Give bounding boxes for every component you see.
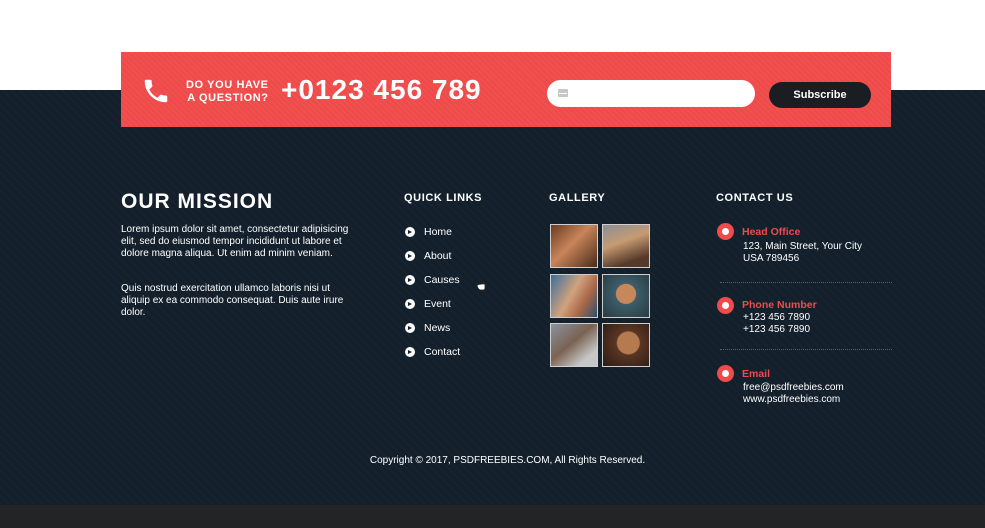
mission-paragraph-2: Quis nostrud exercitation ullamco labori… [121,283,344,318]
quick-link-label: About [424,250,452,262]
gallery-photo-2[interactable] [602,224,650,268]
chevron-right-icon [405,275,415,285]
gallery-title: GALLERY [549,192,606,204]
envelope-icon [558,89,568,97]
chevron-right-icon [405,299,415,309]
subscribe-button[interactable]: Subscribe [769,82,871,108]
email-subscribe-input[interactable] [547,80,755,107]
chevron-right-icon [405,347,415,357]
quick-link-about[interactable]: About [405,248,451,264]
quick-link-label: News [424,322,451,334]
cta-phone-number[interactable]: +0123 456 789 [281,74,482,106]
quick-link-label: Event [424,298,451,310]
phone-number-label: Phone Number [742,299,817,311]
head-office-line1: 123, Main Street, Your City [743,241,862,252]
cta-bar: DO YOU HAVE A QUESTION? +0123 456 789 Su… [121,52,891,127]
quick-link-label: Contact [424,346,461,358]
envelope-icon [717,365,734,382]
phone-number-line1[interactable]: +123 456 7890 [743,312,810,324]
gallery-photo-6[interactable] [602,323,650,367]
quick-link-news[interactable]: News [405,320,450,336]
quick-links-title: QUICK LINKS [404,192,483,204]
chevron-right-icon [405,251,415,261]
chevron-right-icon [405,323,415,333]
copyright-text: Copyright © 2017, PSDFREEBIES.COM, All R… [369,455,646,466]
gallery-photo-1[interactable] [550,224,598,268]
email-label: Email [742,368,771,380]
gallery-photo-3[interactable] [550,274,598,318]
chevron-right-icon [405,227,415,237]
contact-title: CONTACT US [716,192,794,204]
head-office-line2: USA 789456 [743,253,800,264]
quick-link-label: Home [424,226,453,238]
phone-icon [717,297,734,314]
gallery-photo-4[interactable] [602,274,650,318]
question-line1: DO YOU HAVE [186,79,269,91]
hand-cursor-icon [477,280,486,291]
mission-paragraph-1: Lorem ipsum dolor sit amet, consectetur … [121,224,349,259]
question-text: DO YOU HAVE A QUESTION? [186,79,269,105]
quick-link-label: Causes [424,274,460,286]
phone-icon [144,79,168,103]
gallery-photo-5[interactable] [550,323,598,367]
quick-link-contact[interactable]: Contact [405,344,460,360]
quick-link-causes[interactable]: Causes [405,272,460,288]
mission-title: OUR MISSION [121,190,274,213]
quick-link-home[interactable]: Home [405,224,452,240]
question-line2: A QUESTION? [187,92,269,104]
bottom-strip [0,505,985,528]
website-link[interactable]: www.psdfreebies.com [743,394,840,406]
email-address[interactable]: free@psdfreebies.com [743,382,844,394]
contact-divider [720,282,892,283]
contact-divider [720,349,892,350]
quick-link-event[interactable]: Event [405,296,451,312]
location-pin-icon [717,223,734,240]
phone-number-line2[interactable]: +123 456 7890 [743,324,810,336]
head-office-label: Head Office [742,226,801,238]
